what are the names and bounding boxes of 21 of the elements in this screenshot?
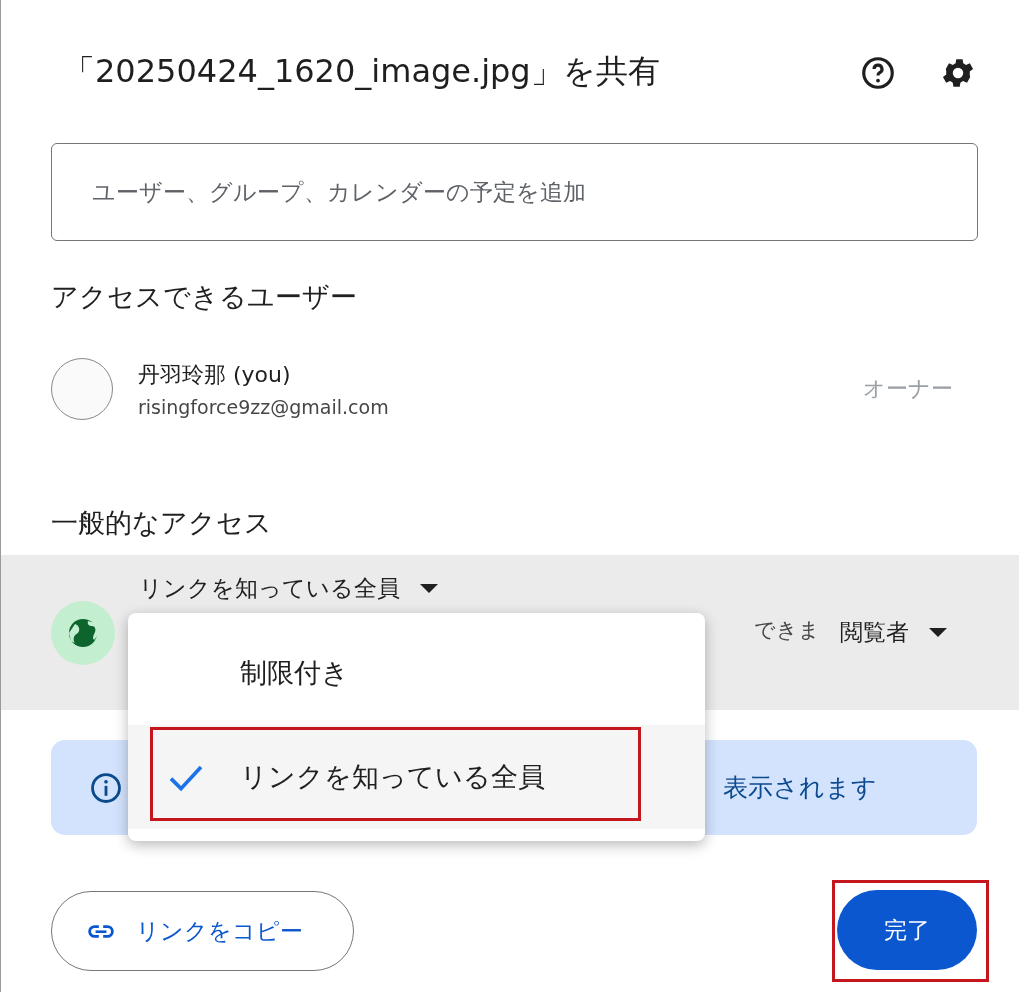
- person-email: risingforce9zz@gmail.com: [138, 396, 390, 418]
- scope-dropdown[interactable]: リンクを知っている全員: [139, 573, 438, 604]
- role-dropdown[interactable]: 閲覧者: [840, 617, 947, 648]
- dialog-title: 「20250424_1620_image.jpg」を共有: [63, 51, 661, 92]
- globe-icon: [51, 600, 115, 665]
- person-name: 丹羽玲那 (you): [138, 361, 292, 389]
- section-heading: アクセスできるユーザー: [51, 280, 358, 314]
- info-icon: [89, 770, 123, 805]
- menu-item[interactable]: リンクを知っている全員: [128, 725, 705, 829]
- help-icon[interactable]: [859, 54, 897, 92]
- share-input-field[interactable]: ユーザー、グループ、カレンダーの予定を追加: [51, 143, 978, 241]
- done-button[interactable]: 完了: [837, 890, 977, 970]
- caret-icon: [929, 628, 947, 637]
- caret-icon: [420, 584, 438, 593]
- info-text: 表示されます: [723, 772, 877, 804]
- section-heading: 一般的なアクセス: [51, 506, 273, 540]
- menu-item[interactable]: 制限付き: [128, 621, 705, 725]
- link-icon: [88, 924, 114, 938]
- copy-link-button[interactable]: リンクをコピー: [51, 891, 354, 971]
- role-label: オーナー: [863, 375, 953, 403]
- access-description: できま: [753, 617, 820, 644]
